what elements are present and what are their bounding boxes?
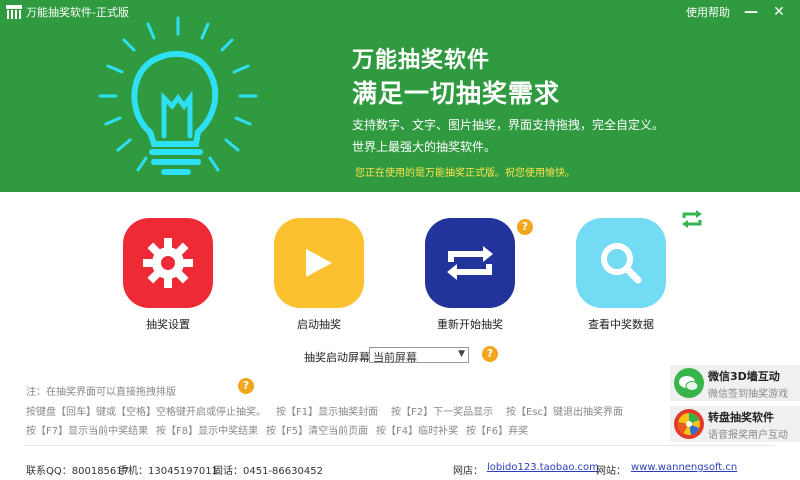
- restart-help-icon[interactable]: ?: [517, 219, 533, 235]
- banner-description-2: 世界上最强大的抽奖软件。: [352, 140, 497, 154]
- shop-link[interactable]: lobido123.taobao.com: [487, 462, 599, 473]
- promo-title: 转盘抽奖软件: [708, 411, 774, 424]
- start-lottery-label: 启动抽奖: [297, 318, 341, 331]
- banner-description-1: 支持数字、文字、图片抽奖，界面支持拖拽，完全自定义。: [352, 118, 665, 132]
- app-logo-icon: [6, 5, 22, 19]
- version-notice: 您正在使用的是万能抽奖正式版。祝您使用愉快。: [355, 168, 575, 179]
- lottery-settings-label: 抽奖设置: [146, 318, 190, 331]
- restart-icon: [447, 246, 493, 280]
- restart-lottery-label: 重新开始抽奖: [437, 318, 503, 331]
- start-lottery-button[interactable]: [274, 218, 364, 308]
- search-icon: [601, 243, 642, 284]
- close-button[interactable]: ✕: [768, 2, 790, 22]
- wheel-icon: [674, 409, 704, 439]
- launch-screen-value: 当前屏幕: [373, 351, 417, 364]
- hint-f7: 按【F7】显示当前中奖结果: [26, 426, 149, 437]
- drag-layout-note: 注：在抽奖界面可以直接拖拽排版: [26, 387, 176, 398]
- header-banner: 万能抽奖软件-正式版 使用帮助 — ✕ 万能抽奖软件 满足一切抽奖需求 支持数字…: [0, 0, 800, 192]
- wechat-3d-wall-promo[interactable]: 微信3D墙互动 微信签到抽奖游戏: [670, 365, 800, 401]
- website-link[interactable]: www.wannengsoft.cn: [631, 462, 737, 473]
- minimize-button[interactable]: —: [740, 2, 762, 22]
- hint-f6: 按【F6】弃奖: [466, 426, 529, 437]
- promo-subtitle: 语音报奖用户互动: [708, 430, 788, 441]
- contact-qq: 联系QQ：800185617: [26, 466, 130, 477]
- lottery-settings-button[interactable]: [123, 218, 213, 308]
- view-winners-label: 查看中奖数据: [588, 318, 654, 331]
- shop-label: 网店：: [453, 466, 483, 477]
- contact-tel: 固话：0451-86630452: [213, 466, 323, 477]
- hint-f4: 按【F4】临时补奖: [376, 426, 459, 437]
- slogan-line2: 满足一切抽奖需求: [352, 79, 561, 108]
- slogan-line1: 万能抽奖软件: [352, 48, 491, 73]
- contact-phone: 手机：13045197011: [118, 466, 218, 477]
- launch-screen-select[interactable]: 当前屏幕 ▼: [369, 347, 469, 364]
- gear-icon: [143, 238, 193, 288]
- restart-lottery-button[interactable]: [425, 218, 515, 308]
- hints-help-icon[interactable]: ?: [238, 378, 254, 394]
- launch-screen-label: 抽奖启动屏幕: [304, 351, 370, 364]
- promo-title: 微信3D墙互动: [708, 370, 780, 383]
- hint-f2: 按【F2】下一奖品显示: [391, 407, 494, 418]
- lightbulb-icon: [98, 16, 258, 175]
- hint-esc: 按【Esc】键退出抽奖界面: [506, 407, 624, 418]
- wechat-icon: [674, 368, 704, 398]
- play-icon: [306, 249, 332, 277]
- screen-help-icon[interactable]: ?: [482, 346, 498, 362]
- view-winners-button[interactable]: [576, 218, 666, 308]
- chevron-down-icon: ▼: [458, 349, 465, 359]
- footer-divider: [24, 445, 774, 446]
- hint-f8: 按【F8】显示中奖结果: [156, 426, 259, 437]
- promo-subtitle: 微信签到抽奖游戏: [708, 389, 788, 400]
- hint-enter-space: 按键盘【回车】键或【空格】空格键开启或停止抽奖。: [26, 407, 266, 418]
- help-link[interactable]: 使用帮助: [686, 4, 730, 20]
- website-label: 网站：: [596, 466, 626, 477]
- refresh-icon[interactable]: [680, 207, 704, 231]
- hint-f1: 按【F1】显示抽奖封面: [276, 407, 379, 418]
- wheel-lottery-promo[interactable]: 转盘抽奖软件 语音报奖用户互动: [670, 406, 800, 442]
- hint-f5: 按【F5】清空当前页面: [266, 426, 369, 437]
